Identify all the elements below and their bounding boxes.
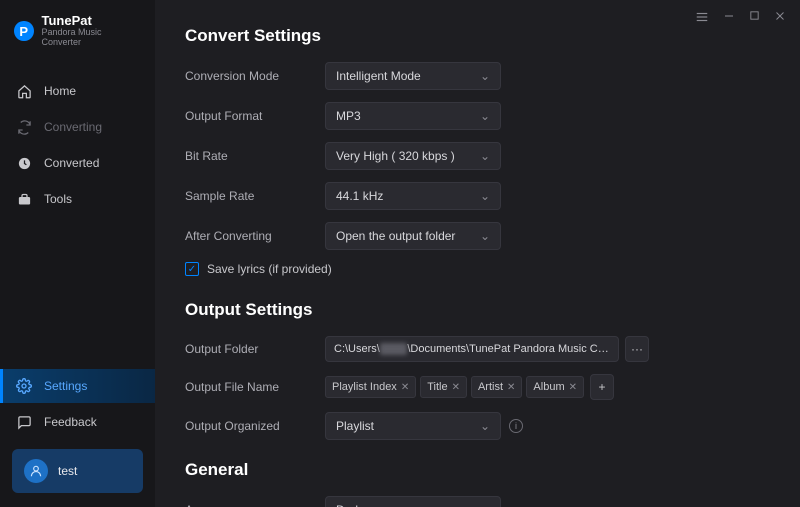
bit-rate-select[interactable]: Very High ( 320 kbps ) ⌄	[325, 142, 501, 170]
menu-icon[interactable]	[695, 10, 709, 27]
appearance-select[interactable]: Dark ⌄	[325, 496, 501, 507]
main: Convert Settings Conversion Mode Intelli…	[155, 0, 800, 507]
remove-tag-icon[interactable]: ✕	[507, 382, 515, 393]
output-filename-label: Output File Name	[185, 380, 325, 394]
message-icon	[16, 414, 32, 430]
avatar	[24, 459, 48, 483]
output-organized-value: Playlist	[336, 419, 374, 433]
chevron-down-icon: ⌄	[480, 503, 490, 507]
converting-icon	[16, 119, 32, 135]
bit-rate-value: Very High ( 320 kbps )	[336, 149, 455, 163]
remove-tag-icon[interactable]: ✕	[401, 382, 409, 393]
brand: P TunePat Pandora Music Converter	[0, 14, 155, 68]
nav-converting[interactable]: Converting	[0, 110, 155, 144]
brand-title: TunePat	[42, 14, 142, 28]
tag-playlist-index[interactable]: Playlist Index✕	[325, 376, 416, 398]
conversion-mode-select[interactable]: Intelligent Mode ⌄	[325, 62, 501, 90]
conversion-mode-value: Intelligent Mode	[336, 69, 421, 83]
output-format-label: Output Format	[185, 109, 325, 123]
conversion-mode-label: Conversion Mode	[185, 69, 325, 83]
chevron-down-icon: ⌄	[480, 149, 490, 163]
minimize-icon[interactable]	[723, 10, 735, 27]
sample-rate-label: Sample Rate	[185, 189, 325, 203]
after-converting-label: After Converting	[185, 229, 325, 243]
gear-icon	[16, 378, 32, 394]
output-folder-label: Output Folder	[185, 342, 325, 356]
nav-converted[interactable]: Converted	[0, 146, 155, 180]
remove-tag-icon[interactable]: ✕	[452, 382, 460, 393]
titlebar	[681, 0, 800, 37]
nav-tools[interactable]: Tools	[0, 182, 155, 216]
nav-home[interactable]: Home	[0, 74, 155, 108]
browse-folder-button[interactable]: ···	[625, 336, 649, 362]
nav-feedback-label: Feedback	[44, 415, 97, 429]
general-heading: General	[185, 460, 770, 480]
sample-rate-select[interactable]: 44.1 kHz ⌄	[325, 182, 501, 210]
filename-tags: Playlist Index✕ Title✕ Artist✕ Album✕	[325, 376, 584, 398]
save-lyrics-label: Save lyrics (if provided)	[207, 262, 332, 276]
nav-home-label: Home	[44, 84, 76, 98]
nav: Home Converting Converted Tools	[0, 74, 155, 216]
user-name: test	[58, 464, 77, 478]
tag-title[interactable]: Title✕	[420, 376, 467, 398]
user-pill[interactable]: test	[12, 449, 143, 493]
toolbox-icon	[16, 191, 32, 207]
add-tag-button[interactable]: +	[590, 374, 614, 400]
after-converting-value: Open the output folder	[336, 229, 455, 243]
output-organized-select[interactable]: Playlist ⌄	[325, 412, 501, 440]
output-organized-label: Output Organized	[185, 419, 325, 433]
path-suffix: \Documents\TunePat Pandora Music Conver	[407, 343, 619, 355]
tag-album[interactable]: Album✕	[526, 376, 584, 398]
sidebar: P TunePat Pandora Music Converter Home C…	[0, 0, 155, 507]
maximize-icon[interactable]	[749, 10, 760, 27]
nav-settings[interactable]: Settings	[0, 369, 155, 403]
sample-rate-value: 44.1 kHz	[336, 189, 383, 203]
save-lyrics-checkbox[interactable]: ✓	[185, 262, 199, 276]
nav-feedback[interactable]: Feedback	[0, 405, 155, 439]
appearance-label: Appearance	[185, 503, 325, 507]
path-blurred: xxxxx	[380, 343, 408, 355]
chevron-down-icon: ⌄	[480, 189, 490, 203]
nav-converting-label: Converting	[44, 120, 102, 134]
brand-subtitle: Pandora Music Converter	[42, 28, 142, 48]
chevron-down-icon: ⌄	[480, 419, 490, 433]
close-icon[interactable]	[774, 10, 786, 27]
output-heading: Output Settings	[185, 300, 770, 320]
clock-icon	[16, 155, 32, 171]
chevron-down-icon: ⌄	[480, 109, 490, 123]
home-icon	[16, 83, 32, 99]
nav-converted-label: Converted	[44, 156, 99, 170]
tag-artist[interactable]: Artist✕	[471, 376, 522, 398]
remove-tag-icon[interactable]: ✕	[569, 382, 577, 393]
after-converting-select[interactable]: Open the output folder ⌄	[325, 222, 501, 250]
info-icon[interactable]: i	[509, 419, 523, 433]
nav-settings-label: Settings	[44, 379, 87, 393]
path-prefix: C:\Users\	[334, 343, 380, 355]
appearance-value: Dark	[336, 503, 361, 507]
output-folder-input[interactable]: C:\Users\xxxxx\Documents\TunePat Pandora…	[325, 336, 619, 362]
nav-bottom: Settings Feedback	[0, 369, 155, 439]
nav-tools-label: Tools	[44, 192, 72, 206]
bit-rate-label: Bit Rate	[185, 149, 325, 163]
chevron-down-icon: ⌄	[480, 229, 490, 243]
output-format-select[interactable]: MP3 ⌄	[325, 102, 501, 130]
chevron-down-icon: ⌄	[480, 69, 490, 83]
brand-logo: P	[14, 21, 34, 41]
output-format-value: MP3	[336, 109, 361, 123]
